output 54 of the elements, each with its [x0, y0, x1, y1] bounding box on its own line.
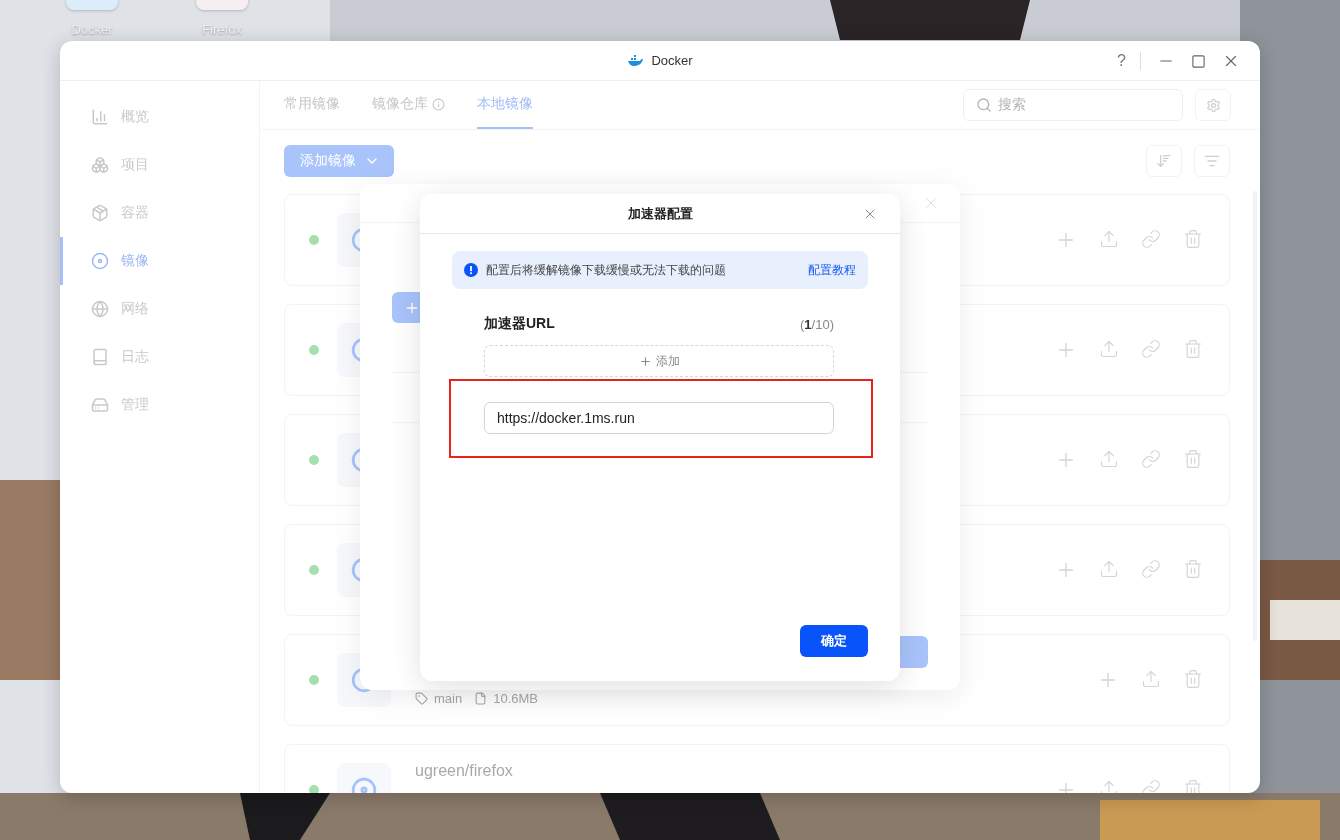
sidebar-item[interactable]: 镜像 — [60, 237, 259, 285]
link-icon[interactable] — [1141, 339, 1161, 361]
dialog-title: 加速器配置 — [627, 204, 693, 223]
alert-icon — [464, 263, 478, 277]
tab[interactable]: 本地镜像 — [477, 81, 533, 129]
image-tag: main — [415, 691, 463, 706]
box-icon — [91, 204, 109, 222]
trash-icon[interactable] — [1183, 449, 1203, 471]
image-tag: 10.6MB — [474, 691, 538, 706]
link-icon[interactable] — [1141, 559, 1161, 581]
filter-icon — [1204, 153, 1220, 169]
settings-button[interactable] — [1195, 89, 1231, 121]
status-dot — [309, 455, 319, 465]
whale-icon — [627, 54, 644, 67]
tutorial-link[interactable]: 配置教程 — [808, 261, 856, 279]
status-dot — [309, 345, 319, 355]
search-icon — [976, 97, 992, 113]
drive-icon — [91, 396, 109, 414]
image-name: ugreen/firefox — [415, 761, 513, 781]
sort-icon — [1156, 153, 1172, 169]
link-icon[interactable] — [1141, 449, 1161, 471]
tab[interactable]: 常用镜像 — [284, 81, 340, 129]
maximize-icon[interactable] — [1191, 53, 1206, 69]
sort-button[interactable] — [1146, 145, 1182, 177]
file-icon — [474, 692, 488, 705]
trash-icon[interactable] — [1183, 339, 1203, 361]
status-dot — [309, 785, 319, 793]
chart-icon — [91, 108, 109, 126]
search-field[interactable]: 搜索 — [963, 89, 1183, 121]
settings-icon — [1205, 97, 1221, 113]
url-count: (1/10) — [800, 316, 834, 332]
cubes-icon — [91, 156, 109, 174]
help-button[interactable]: ? — [1117, 52, 1141, 70]
status-dot — [309, 675, 319, 685]
tag-icon — [415, 692, 428, 705]
plus-icon — [638, 354, 652, 368]
status-dot — [309, 565, 319, 575]
disc-icon — [91, 252, 109, 270]
trash-icon[interactable] — [1183, 669, 1203, 691]
field-label: 加速器URL — [484, 315, 555, 333]
add-url-button[interactable]: 添加 — [484, 345, 834, 377]
book-icon — [91, 348, 109, 366]
link-icon[interactable] — [1141, 229, 1161, 251]
trash-icon[interactable] — [1183, 229, 1203, 251]
filter-button[interactable] — [1194, 145, 1230, 177]
window-title: Docker — [651, 53, 693, 68]
tab[interactable]: 镜像仓库 — [372, 81, 445, 129]
status-dot — [309, 235, 319, 245]
globe-icon — [91, 300, 109, 318]
trash-icon[interactable] — [1183, 559, 1203, 581]
url-field[interactable]: https://docker.1ms.run — [484, 402, 834, 434]
add-image-button[interactable]: 添加镜像 — [284, 145, 394, 177]
notice-text: 配置后将缓解镜像下载缓慢或无法下载的问题 — [486, 261, 726, 279]
confirm-button[interactable]: 确定 — [800, 625, 868, 657]
